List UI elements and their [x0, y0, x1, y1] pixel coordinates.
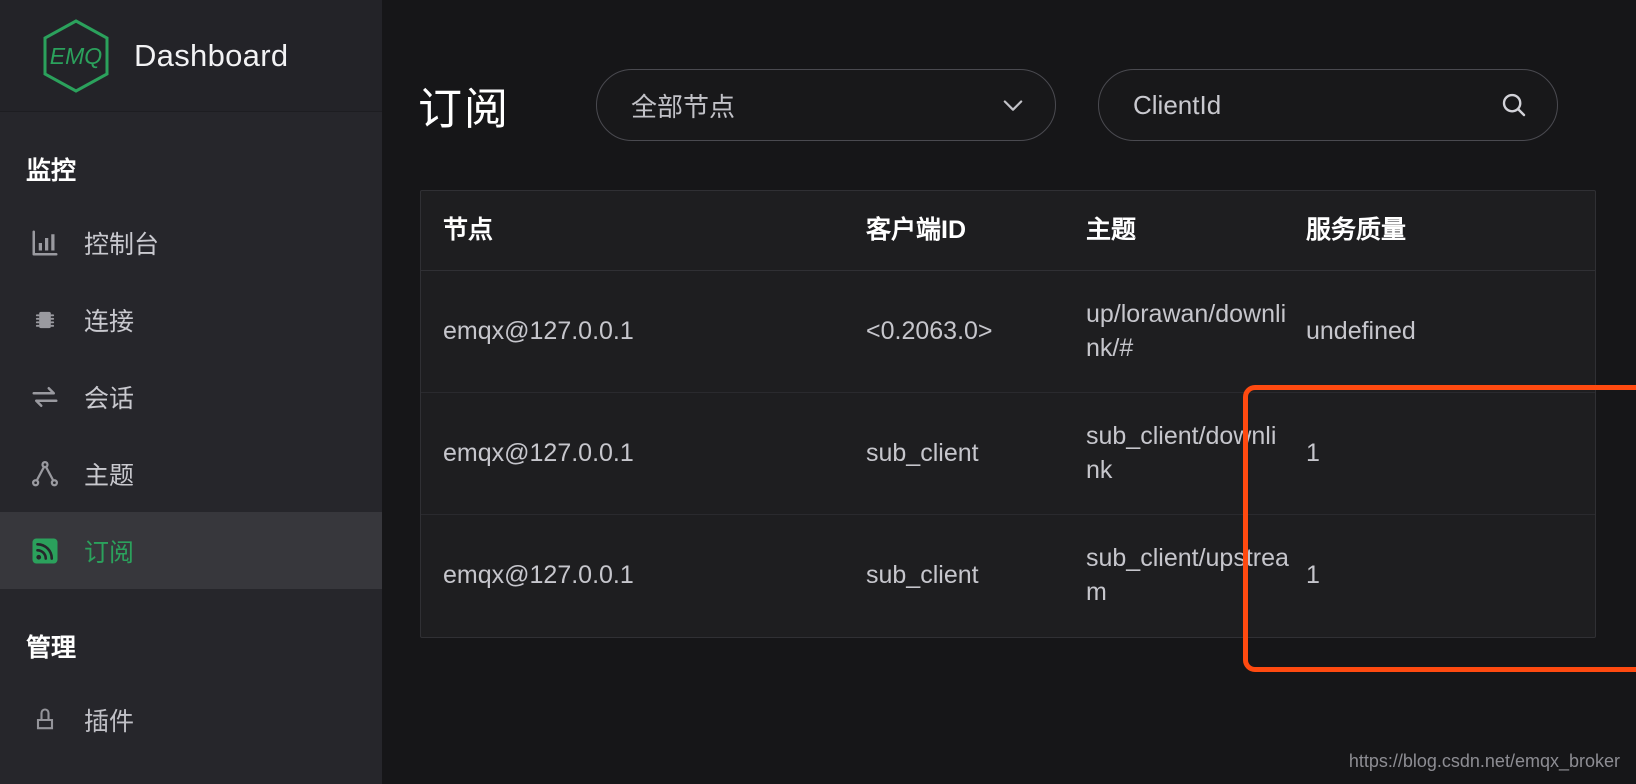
- dashboard-app: EMQ Dashboard 监控 控制台 连接 会话 主题 订阅 管理 插件 订…: [0, 0, 1636, 784]
- sidebar: EMQ Dashboard 监控 控制台 连接 会话 主题 订阅 管理 插件: [0, 0, 382, 784]
- cell-node: emqx@127.0.0.1: [443, 316, 634, 345]
- column-header-node: 节点: [443, 215, 494, 244]
- sidebar-item-topics[interactable]: 主题: [0, 435, 382, 512]
- brand-header[interactable]: EMQ Dashboard: [0, 0, 382, 112]
- cell-clientid: sub_client: [866, 438, 979, 467]
- cell-topic: up/lorawan/downlink/#: [1086, 299, 1287, 362]
- brand-title: Dashboard: [134, 37, 289, 73]
- sidebar-item-sessions[interactable]: 会话: [0, 358, 382, 435]
- main-content: 订阅 全部节点 ClientId 节点 客户端ID 主题 服务质量 emqx@1…: [382, 0, 1636, 784]
- emq-logo-icon: EMQ: [36, 16, 116, 96]
- sidebar-item-label: 主题: [84, 461, 135, 490]
- cell-clientid: <0.2063.0>: [866, 316, 993, 345]
- sidebar-item-label: 连接: [84, 307, 135, 336]
- sidebar-item-label: 会话: [84, 384, 135, 413]
- cell-qos: 1: [1306, 561, 1320, 590]
- clientid-search-box[interactable]: [1098, 69, 1558, 141]
- cell-topic: sub_client/downlink: [1086, 421, 1277, 484]
- page-title: 订阅: [418, 85, 510, 134]
- table-row[interactable]: emqx@127.0.0.1 sub_client sub_client/dow…: [421, 393, 1595, 515]
- table-row[interactable]: emqx@127.0.0.1 <0.2063.0> up/lorawan/dow…: [421, 271, 1595, 393]
- sidebar-section-monitoring: 监控: [26, 157, 77, 185]
- svg-text:EMQ: EMQ: [50, 43, 103, 69]
- column-header-topic: 主题: [1086, 215, 1137, 244]
- cell-node: emqx@127.0.0.1: [443, 561, 634, 590]
- sidebar-menu-management: 插件: [0, 681, 382, 758]
- rss-icon: [28, 534, 62, 568]
- watermark: https://blog.csdn.net/emqx_broker: [1348, 751, 1620, 771]
- sidebar-item-label: 插件: [84, 707, 135, 736]
- exchange-icon: [28, 380, 62, 414]
- node-select-value: 全部节点: [631, 91, 736, 122]
- bar-chart-icon: [28, 226, 62, 260]
- table-row[interactable]: emqx@127.0.0.1 sub_client sub_client/ups…: [421, 515, 1595, 637]
- column-header-clientid: 客户端ID: [866, 215, 967, 244]
- sidebar-item-connections[interactable]: 连接: [0, 281, 382, 358]
- sidebar-item-label: 订阅: [84, 538, 135, 567]
- sidebar-section-management: 管理: [26, 634, 77, 662]
- sidebar-item-subscriptions[interactable]: 订阅: [0, 512, 382, 589]
- node-select[interactable]: 全部节点: [596, 69, 1056, 141]
- sidebar-item-plugins[interactable]: 插件: [0, 681, 382, 758]
- search-icon[interactable]: [1499, 90, 1529, 120]
- share-nodes-icon: [28, 457, 62, 491]
- table-body: emqx@127.0.0.1 <0.2063.0> up/lorawan/dow…: [421, 271, 1595, 637]
- page-toolbar: 订阅 全部节点: [382, 0, 1636, 160]
- cell-qos: 1: [1306, 438, 1320, 467]
- cell-node: emqx@127.0.0.1: [443, 438, 634, 467]
- plugin-icon: [28, 703, 62, 737]
- column-header-qos: 服务质量: [1306, 215, 1407, 244]
- cell-qos: undefined: [1306, 316, 1416, 345]
- subscriptions-table: 节点 客户端ID 主题 服务质量 emqx@127.0.0.1 <0.2063.…: [420, 190, 1596, 638]
- table-header-row: 节点 客户端ID 主题 服务质量: [421, 191, 1595, 271]
- sidebar-item-console[interactable]: 控制台: [0, 204, 382, 281]
- search-input[interactable]: [1133, 89, 1499, 121]
- chevron-down-icon: [999, 91, 1027, 119]
- cell-topic: sub_client/upstream: [1086, 544, 1289, 606]
- sidebar-item-label: 控制台: [84, 230, 160, 259]
- sidebar-menu-monitoring: 控制台 连接 会话 主题 订阅: [0, 204, 382, 589]
- cell-clientid: sub_client: [866, 561, 979, 590]
- chip-icon: [28, 303, 62, 337]
